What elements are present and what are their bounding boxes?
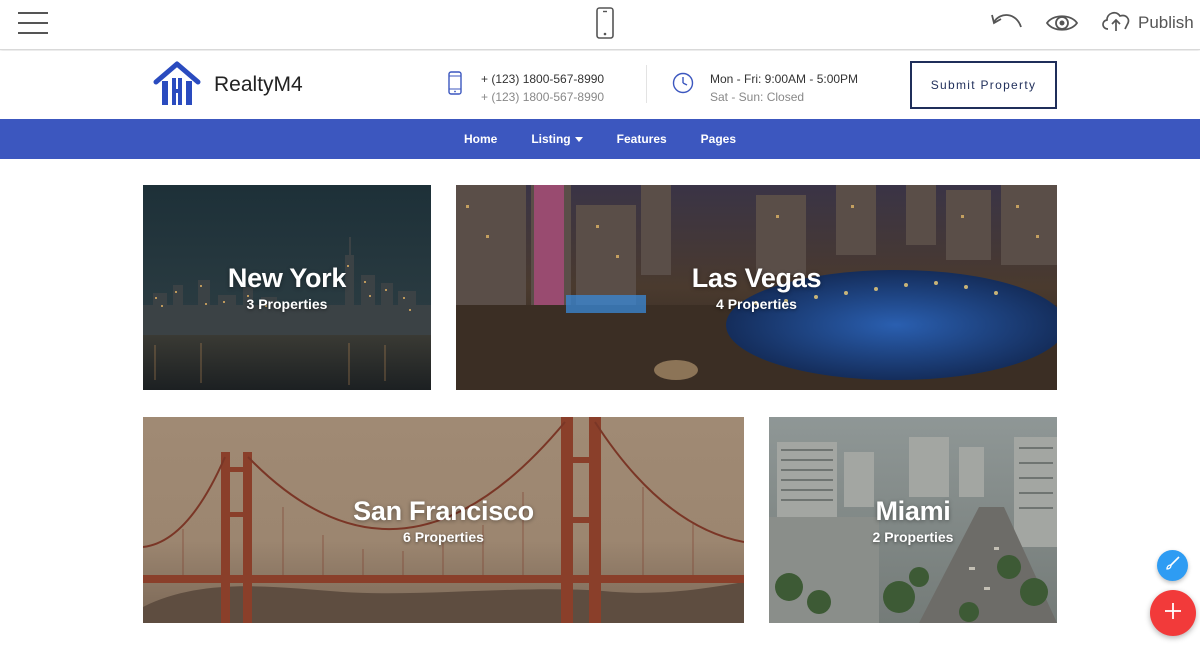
hours-weekday: Mon - Fri: 9:00AM - 5:00PM (710, 72, 859, 86)
hamburger-icon[interactable] (18, 11, 48, 35)
brush-icon (1165, 555, 1181, 576)
header-divider (646, 65, 647, 103)
city-card-new-york[interactable]: New York 3 Properties (143, 185, 431, 390)
undo-icon[interactable] (990, 10, 1024, 34)
paint-brush-button[interactable] (1157, 550, 1188, 581)
brand-name[interactable]: RealtyM4 (214, 73, 303, 97)
nav-item-label: Features (616, 132, 667, 146)
main-nav: Home Listing Features Pages (0, 119, 1200, 159)
city-name: Miami (875, 495, 951, 526)
editor-toolbar: Publish (0, 0, 1200, 50)
house-logo-icon[interactable] (153, 60, 201, 108)
property-count: 2 Properties (872, 528, 954, 545)
caret-down-icon (574, 136, 583, 142)
nav-item-features[interactable]: Features (617, 132, 667, 146)
nav-item-label: Listing (531, 132, 571, 146)
nav-item-label: Home (463, 132, 498, 146)
phone-primary: + (123) 1800-567-8990 (481, 72, 605, 86)
nav-item-listing[interactable]: Listing (531, 132, 583, 146)
publish-button[interactable]: Publish (1100, 8, 1194, 38)
city-card-las-vegas[interactable]: Las Vegas 4 Properties (456, 185, 1057, 390)
office-hours: Mon - Fri: 9:00AM - 5:00PM Sat - Sun: Cl… (710, 70, 858, 106)
city-card-miami[interactable]: Miami 2 Properties (769, 417, 1057, 623)
eye-icon[interactable] (1045, 11, 1079, 35)
site-header: RealtyM4 + (123) 1800-567-8990 + (123) 1… (0, 51, 1200, 119)
add-block-button[interactable] (1150, 590, 1196, 636)
property-count: 3 Properties (246, 296, 328, 312)
property-count: 4 Properties (716, 296, 797, 312)
plus-icon (1163, 601, 1183, 626)
nav-item-label: Pages (700, 132, 737, 146)
nav-item-home[interactable]: Home (464, 132, 497, 146)
cloud-upload-icon (1100, 9, 1132, 38)
phone-secondary: + (123) 1800-567-8990 (481, 90, 605, 104)
submit-property-button[interactable]: Submit Property (910, 61, 1057, 109)
city-card-san-francisco[interactable]: San Francisco 6 Properties (143, 417, 744, 623)
clock-icon (672, 72, 694, 94)
mobile-phone-icon[interactable] (595, 7, 615, 39)
city-name: Las Vegas (691, 263, 822, 293)
phone-icon (448, 71, 462, 95)
publish-label: Publish (1138, 13, 1194, 32)
city-name: San Francisco (353, 495, 534, 526)
hours-weekend: Sat - Sun: Closed (710, 90, 805, 104)
city-name: New York (227, 263, 347, 293)
nav-item-pages[interactable]: Pages (701, 132, 736, 146)
phone-info: + (123) 1800-567-8990 + (123) 1800-567-8… (481, 70, 604, 106)
property-count: 6 Properties (403, 528, 484, 545)
